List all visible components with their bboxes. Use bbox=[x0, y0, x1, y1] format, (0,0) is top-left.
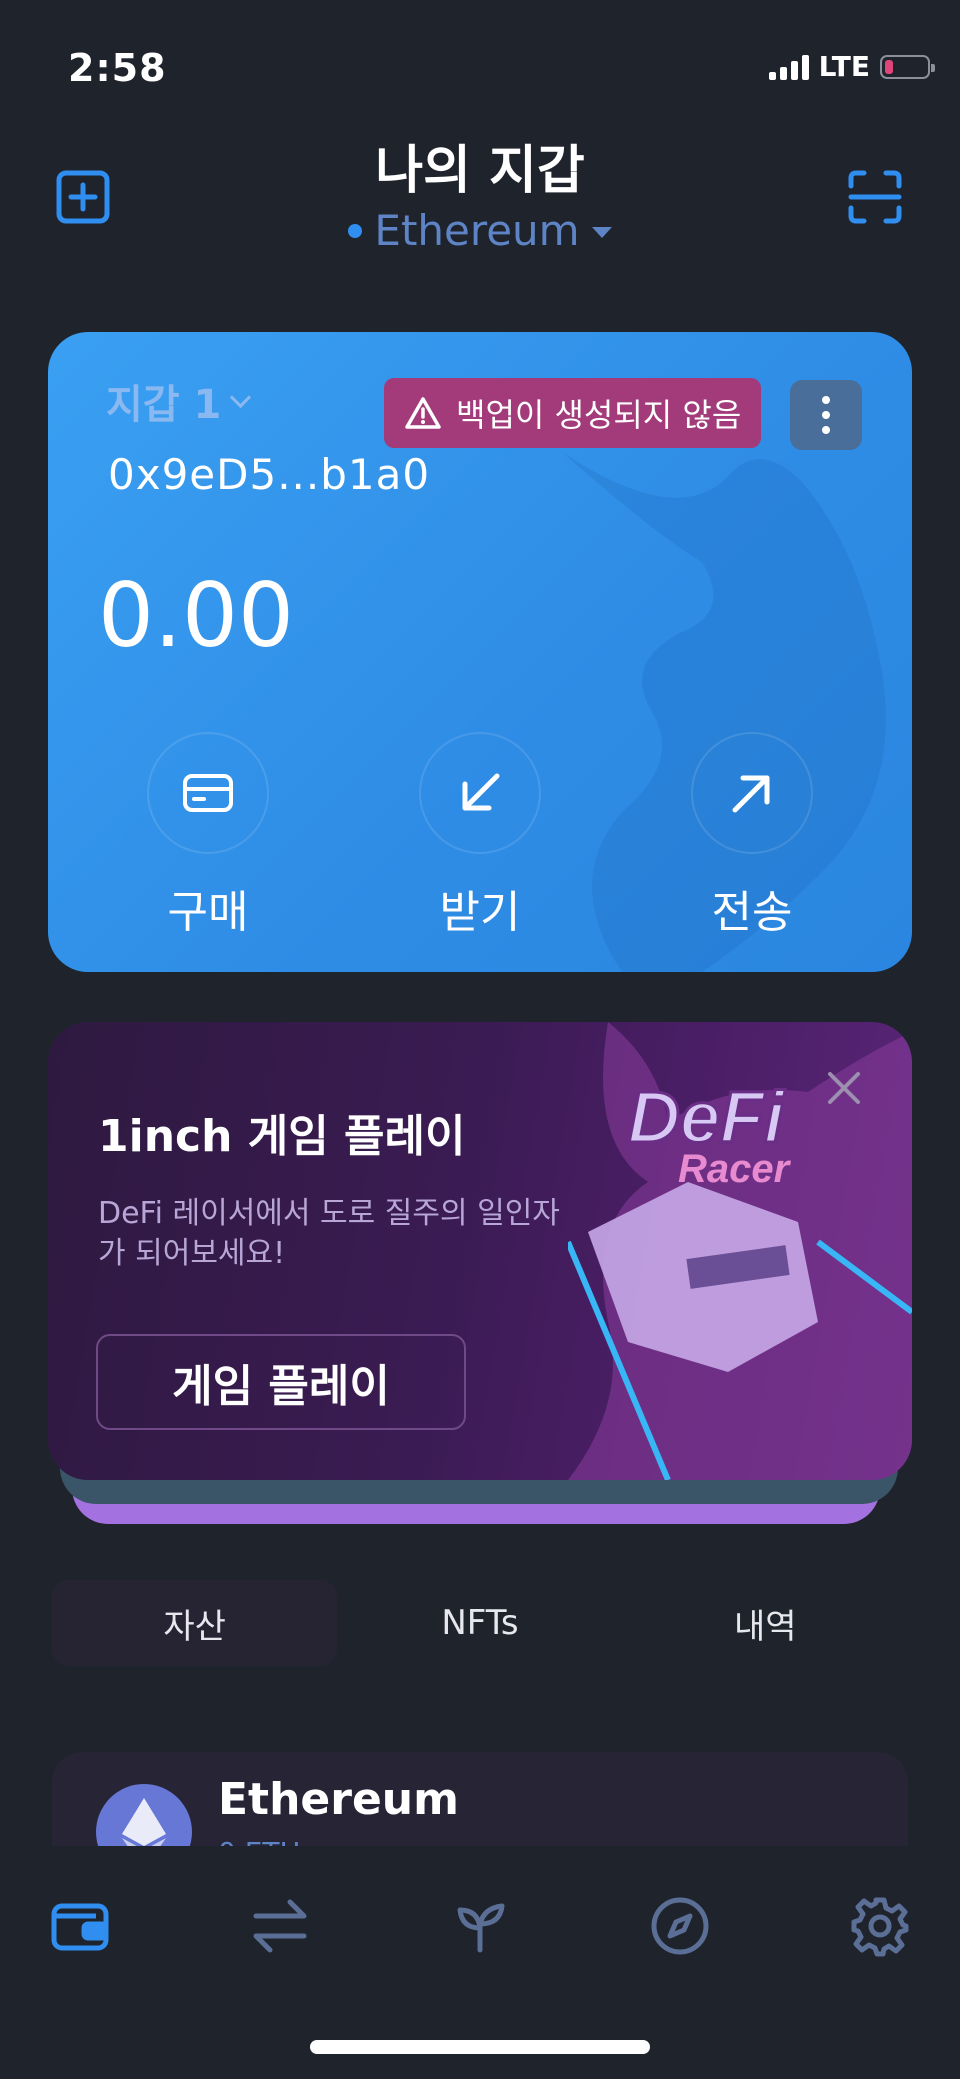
close-icon[interactable] bbox=[822, 1066, 866, 1110]
warning-icon bbox=[405, 397, 441, 429]
token-name: Ethereum bbox=[218, 1774, 459, 1825]
network-name: Ethereum bbox=[374, 206, 580, 255]
play-game-button[interactable]: 게임 플레이 bbox=[96, 1334, 466, 1430]
buy-button[interactable]: 구매 bbox=[108, 732, 308, 940]
network-type: LTE bbox=[818, 50, 870, 83]
nav-browser[interactable] bbox=[648, 1894, 712, 1958]
arrow-up-right-icon bbox=[732, 775, 770, 813]
network-selector[interactable]: Ethereum bbox=[0, 206, 960, 255]
backup-warning-text: 백업이 생성되지 않음 bbox=[456, 396, 742, 434]
tab-history[interactable]: 내역 bbox=[623, 1580, 908, 1666]
nav-swap[interactable] bbox=[248, 1894, 312, 1958]
nav-settings[interactable] bbox=[848, 1894, 912, 1958]
tab-assets[interactable]: 자산 bbox=[52, 1580, 338, 1666]
send-button[interactable]: 전송 bbox=[652, 732, 852, 940]
art-title: DeFi bbox=[628, 1078, 786, 1158]
wallet-name-selector[interactable]: 지갑 1 bbox=[106, 372, 252, 430]
wallet-address[interactable]: 0x9eD5...b1a0 bbox=[108, 450, 430, 499]
card-icon bbox=[183, 774, 233, 812]
send-label: 전송 bbox=[711, 887, 793, 938]
nav-earn[interactable] bbox=[448, 1894, 512, 1958]
network-status-dot bbox=[348, 223, 363, 238]
gear-icon bbox=[851, 1897, 909, 1957]
battery-icon bbox=[880, 54, 935, 79]
more-icon bbox=[822, 396, 830, 404]
wallet-icon bbox=[51, 1903, 109, 1951]
home-indicator[interactable] bbox=[310, 2040, 650, 2054]
buy-label: 구매 bbox=[167, 887, 249, 938]
promo-subtitle: DeFi 레이서에서 도로 질주의 일인자가 되어보세요! bbox=[98, 1196, 560, 1271]
more-options-button[interactable] bbox=[790, 380, 862, 450]
receive-button[interactable]: 받기 bbox=[380, 732, 580, 940]
scan-icon bbox=[848, 170, 902, 224]
receive-label: 받기 bbox=[439, 887, 521, 938]
art-subtitle: Racer bbox=[678, 1147, 792, 1191]
tab-nfts[interactable]: NFTs bbox=[337, 1580, 622, 1666]
compass-icon bbox=[651, 1897, 709, 1955]
backup-warning-badge[interactable]: 백업이 생성되지 않음 bbox=[384, 378, 762, 448]
scan-button[interactable] bbox=[848, 170, 902, 224]
sprout-icon bbox=[457, 1903, 505, 1953]
status-time: 2:58 bbox=[68, 46, 167, 90]
chevron-down-icon bbox=[230, 386, 252, 408]
swap-icon bbox=[253, 1899, 307, 1953]
wallet-name: 지갑 1 bbox=[106, 382, 222, 428]
signal-icon bbox=[768, 54, 809, 80]
nav-wallet[interactable] bbox=[48, 1894, 112, 1958]
wallet-balance: 0.00 bbox=[98, 564, 294, 667]
promo-banner[interactable]: DeFi Racer 1inch 게임 플레이 DeFi 레이서에서 도로 질주… bbox=[48, 1022, 912, 1480]
promo-title: 1inch 게임 플레이 bbox=[98, 1111, 466, 1162]
asset-tabs: 자산 NFTs 내역 bbox=[52, 1580, 908, 1666]
status-indicators: LTE bbox=[768, 50, 935, 83]
arrow-down-left-icon bbox=[462, 773, 500, 811]
wallet-card: 지갑 1 백업이 생성되지 않음 0x9eD5...b1a0 0.00 구매 받… bbox=[48, 332, 912, 972]
page-title: 나의 지갑 bbox=[375, 141, 585, 201]
chevron-down-icon bbox=[591, 227, 612, 238]
